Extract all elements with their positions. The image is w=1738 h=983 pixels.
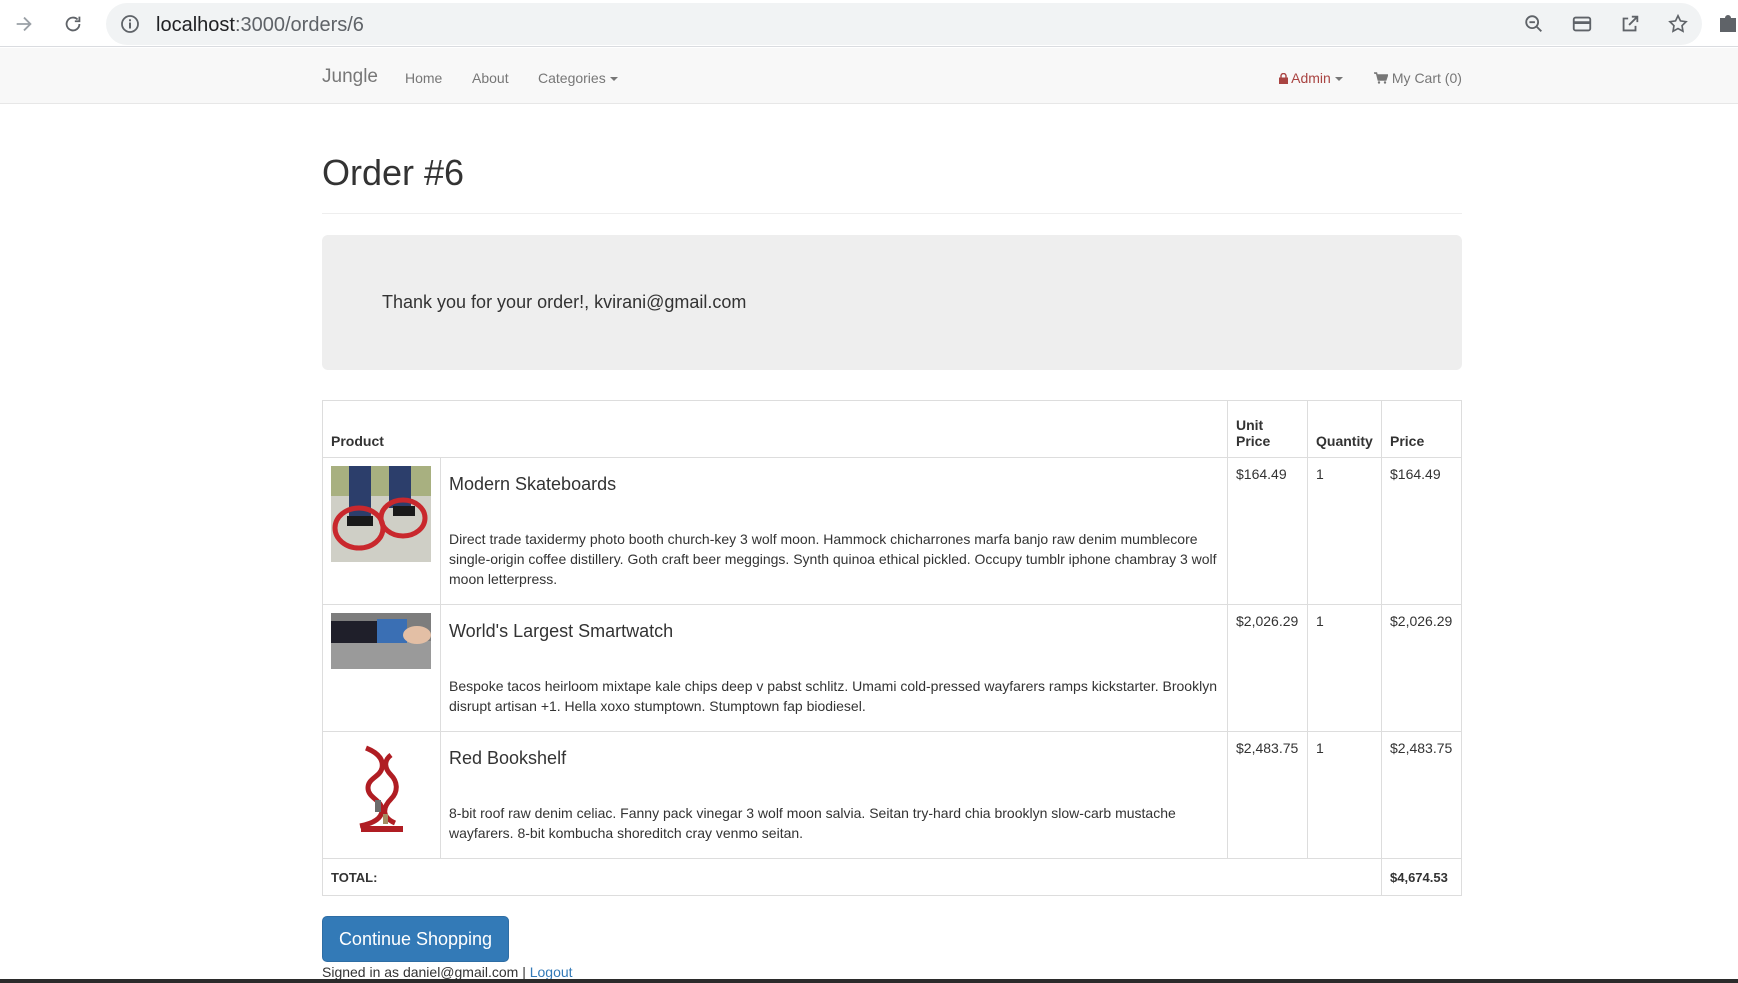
shopping-cart-icon [1374,72,1389,84]
product-info-cell: Red Bookshelf 8-bit roof raw denim celia… [440,731,1228,859]
url-host: localhost [156,14,235,36]
admin-label: Admin [1291,70,1331,86]
bookshelf-image [331,740,431,843]
signed-in-status: Signed in as daniel@gmail.com | Logout [322,964,573,980]
cart-label: My Cart (0) [1391,70,1462,86]
nav-about[interactable]: About [472,70,509,86]
share-icon[interactable] [1606,3,1654,45]
browser-toolbar: localhost:3000/orders/6 [0,0,1738,47]
product-name: Modern Skateboards [449,474,617,494]
info-icon[interactable] [120,14,140,38]
product-description: 8-bit roof raw denim celiac. Fanny pack … [449,805,1176,841]
table-row: World's Largest Smartwatch Bespoke tacos… [322,604,1462,732]
order-table: Product Unit Price Quantity Price Modern… [322,400,1462,896]
thank-you-panel: Thank you for your order!, kvirani@gmail… [322,235,1462,370]
brand-link[interactable]: Jungle [322,66,378,88]
price-cell: $2,483.75 [1381,731,1462,859]
total-value: $4,674.53 [1381,858,1462,896]
lock-icon [1279,72,1288,84]
quantity-cell: 1 [1307,604,1382,732]
price-cell: $164.49 [1381,457,1462,605]
divider [322,213,1462,214]
bookmark-star-icon[interactable] [1654,3,1702,45]
continue-shopping-button[interactable]: Continue Shopping [322,916,509,962]
unit-price-cell: $2,026.29 [1227,604,1308,732]
arrow-right-icon [16,16,32,32]
page-title: Order #6 [322,152,465,193]
header-product: Product [322,400,1228,458]
product-name: World's Largest Smartwatch [449,621,674,641]
admin-dropdown[interactable]: Admin [1279,70,1343,86]
url-text: localhost:3000/orders/6 [156,14,364,37]
header-price: Price [1381,400,1462,458]
site-navbar: Jungle Home About Categories Admin My Ca… [0,48,1738,104]
product-image-cell [322,731,441,859]
card-icon[interactable] [1558,3,1606,45]
reload-button[interactable] [57,8,89,40]
table-row: Red Bookshelf 8-bit roof raw denim celia… [322,731,1462,859]
smartwatch-image [331,613,431,672]
nav-categories-label: Categories [538,70,606,86]
product-description: Direct trade taxidermy photo booth churc… [449,531,1217,587]
url-path: :3000/orders/6 [234,14,364,36]
product-image-cell [322,604,441,732]
unit-price-cell: $164.49 [1227,457,1308,605]
logout-link[interactable]: Logout [530,964,573,980]
product-image-cell [322,457,441,605]
address-bar[interactable]: localhost:3000/orders/6 [106,3,1702,45]
header-unit-price: Unit Price [1227,400,1308,458]
cart-link[interactable]: My Cart (0) [1374,70,1462,86]
quantity-cell: 1 [1307,457,1382,605]
forward-button[interactable] [8,8,40,40]
product-description: Bespoke tacos heirloom mixtape kale chip… [449,678,1217,714]
zoom-out-icon[interactable] [1510,3,1558,45]
quantity-cell: 1 [1307,731,1382,859]
unit-price-cell: $2,483.75 [1227,731,1308,859]
table-row: Modern Skateboards Direct trade taxiderm… [322,457,1462,605]
signed-in-text: Signed in as daniel@gmail.com | [322,964,526,980]
bottom-edge [0,979,1738,983]
reload-icon [65,16,81,32]
product-info-cell: Modern Skateboards Direct trade taxiderm… [440,457,1228,605]
total-row: TOTAL: $4,674.53 [322,858,1462,896]
nav-categories[interactable]: Categories [538,70,618,86]
chevron-down-icon [1334,77,1343,82]
product-info-cell: World's Largest Smartwatch Bespoke tacos… [440,604,1228,732]
header-quantity: Quantity [1307,400,1382,458]
product-name: Red Bookshelf [449,748,567,768]
price-cell: $2,026.29 [1381,604,1462,732]
skateboards-image [331,466,431,565]
total-label: TOTAL: [322,858,1382,896]
thank-you-message: Thank you for your order!, kvirani@gmail… [382,292,747,312]
nav-home[interactable]: Home [405,70,442,86]
chevron-down-icon [609,77,618,82]
extensions-puzzle-icon[interactable] [1718,10,1738,38]
